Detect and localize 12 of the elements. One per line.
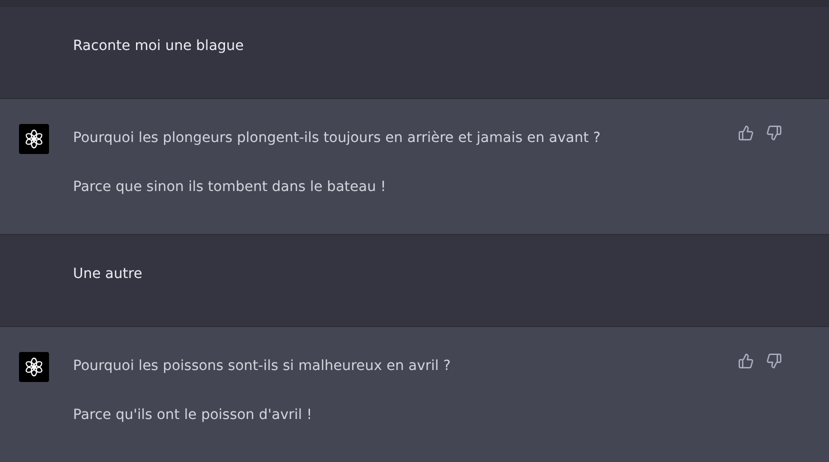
message-text: Raconte moi une blague [73,37,245,56]
thumbs-down-icon[interactable] [766,125,782,141]
message-text: Pourquoi les plongeurs plongent-ils toujours en arrière et jamais en avant ? [73,129,602,148]
message-text: Parce que sinon ils tombent dans le bateau ! [73,178,388,197]
thumbs-up-icon[interactable] [738,125,754,141]
logo-icon [24,357,44,377]
thumbs-down-icon[interactable] [766,353,782,369]
message-text: Pourquoi les poissons sont-ils si malheureux en avril ? [73,357,452,376]
thumbs-up-icon[interactable] [738,353,754,369]
message-text: Parce qu'ils ont le poisson d'avril ! [73,406,314,425]
logo-icon [24,129,44,149]
message-text: Une autre [73,265,144,284]
